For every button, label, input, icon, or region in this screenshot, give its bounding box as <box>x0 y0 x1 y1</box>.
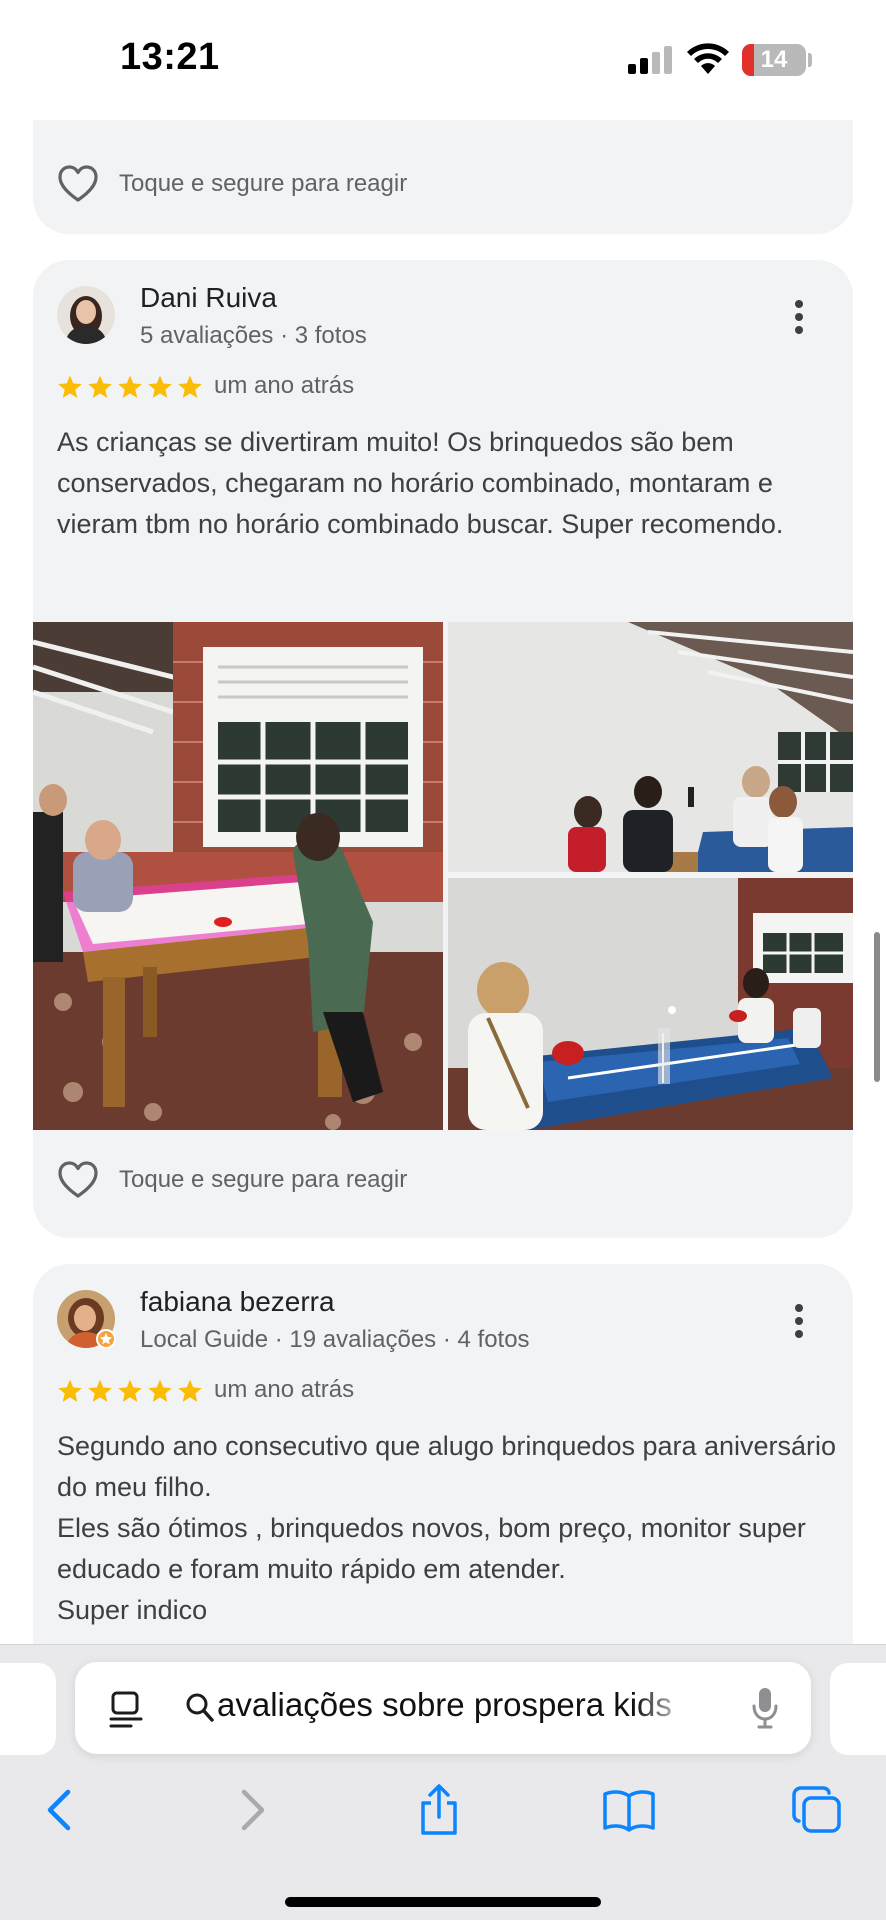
react-button[interactable]: Toque e segure para reagir <box>57 1158 407 1202</box>
star-icon <box>118 375 142 398</box>
star-icon <box>88 375 112 398</box>
review-photo[interactable] <box>448 622 853 872</box>
battery-level: 14 <box>760 46 788 73</box>
star-icon <box>178 1379 202 1402</box>
forward-icon <box>241 1789 265 1831</box>
star-rating <box>57 1378 203 1404</box>
wifi-icon <box>687 43 729 74</box>
star-icon <box>148 375 172 398</box>
status-time: 13:21 <box>120 36 220 78</box>
star-icon <box>118 1379 142 1402</box>
review-text: Segundo ano consecutivo que alugo brinqu… <box>57 1431 837 1625</box>
status-bar: 13:21 14 <box>0 0 886 120</box>
tabs-icon <box>792 1786 841 1833</box>
review-photo[interactable] <box>448 878 853 1130</box>
scrollbar[interactable] <box>874 932 880 1082</box>
share-icon <box>421 1784 457 1835</box>
address-bar[interactable]: avaliações sobre prospera kids <box>75 1662 811 1754</box>
review-card: Dani Ruiva 5 avaliações · 3 fotos um ano… <box>33 260 853 1238</box>
photo-grid <box>33 622 853 1130</box>
star-icon <box>88 1379 112 1402</box>
avatar[interactable] <box>57 286 115 344</box>
bookmarks-icon <box>603 1790 655 1832</box>
review-text: As crianças se divertiram muito! Os brin… <box>57 427 784 539</box>
previous-tab-peek[interactable] <box>0 1663 56 1755</box>
review-date: um ano atrás <box>214 372 355 399</box>
share-button[interactable] <box>404 1775 474 1845</box>
react-label: Toque e segure para reagir <box>119 170 408 197</box>
star-icon <box>148 1379 172 1402</box>
microphone-icon[interactable] <box>751 1686 779 1730</box>
search-icon <box>186 1693 214 1722</box>
local-guide-badge-icon <box>96 1329 116 1349</box>
page-menu-icon[interactable] <box>109 1690 145 1730</box>
address-fade <box>635 1682 715 1734</box>
back-button[interactable] <box>24 1775 94 1845</box>
heart-icon <box>58 1161 98 1198</box>
more-options-icon[interactable] <box>793 300 805 334</box>
react-label: Toque e segure para reagir <box>119 1166 408 1193</box>
home-indicator[interactable] <box>285 1897 601 1907</box>
next-tab-peek[interactable] <box>830 1663 886 1755</box>
reviewer-name[interactable]: fabiana bezerra <box>140 1286 335 1318</box>
review-card-previous: Toque e segure para reagir <box>33 120 853 234</box>
back-icon <box>47 1789 71 1831</box>
review-date: um ano atrás <box>214 1376 355 1403</box>
forward-button[interactable] <box>218 1775 288 1845</box>
tabs-button[interactable] <box>782 1775 852 1845</box>
battery-icon: 14 <box>742 44 806 76</box>
address-text[interactable]: avaliações sobre prospera kids <box>217 1686 707 1730</box>
reviewer-meta: 5 avaliações · 3 fotos <box>140 322 367 349</box>
react-button[interactable]: Toque e segure para reagir <box>57 162 407 206</box>
browser-bottom-bar: avaliações sobre prospera kids <box>0 1644 886 1920</box>
more-options-icon[interactable] <box>793 1304 805 1338</box>
battery-nub <box>808 53 812 67</box>
heart-icon <box>58 165 98 202</box>
review-photo[interactable] <box>33 622 443 1130</box>
review-card: fabiana bezerra Local Guide · 19 avaliaç… <box>33 1264 853 1644</box>
cellular-signal-icon <box>628 46 674 74</box>
star-icon <box>178 375 202 398</box>
star-icon <box>58 375 82 398</box>
star-rating <box>57 374 203 400</box>
reviewer-name[interactable]: Dani Ruiva <box>140 282 277 314</box>
reviewer-meta: Local Guide · 19 avaliações · 4 fotos <box>140 1326 530 1353</box>
star-icon <box>58 1379 82 1402</box>
bookmarks-button[interactable] <box>594 1775 664 1845</box>
reviews-list[interactable]: Toque e segure para reagir Dani Ruiva 5 … <box>0 120 886 1644</box>
